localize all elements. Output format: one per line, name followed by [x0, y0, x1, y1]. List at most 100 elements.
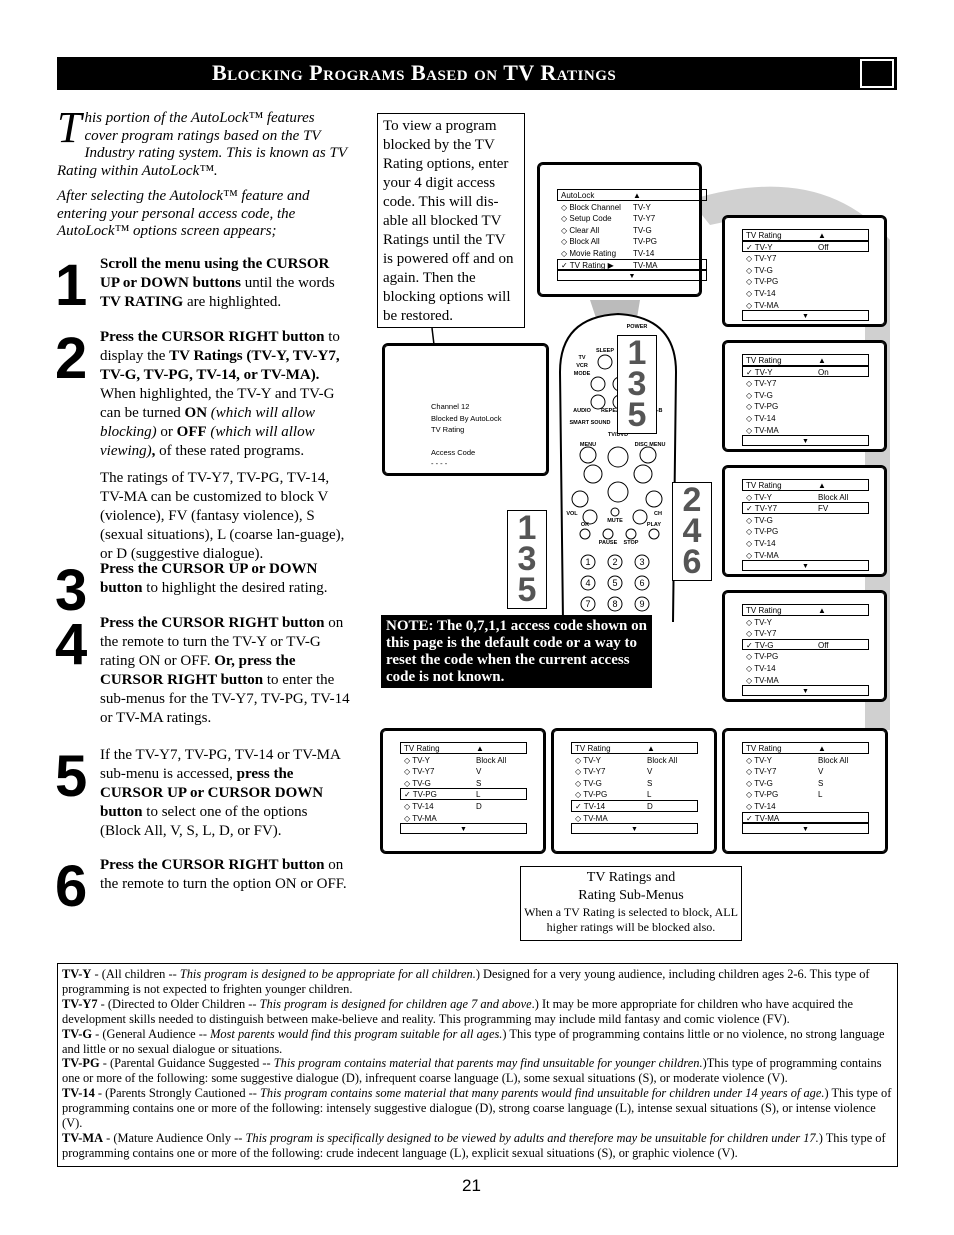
- ok-label: OK: [581, 522, 589, 528]
- menu-item[interactable]: ✓ TV-Y On: [742, 365, 869, 378]
- menu-item[interactable]: ◇ TV-14: [742, 800, 869, 812]
- caption-box: TV Ratings and Rating Sub-Menus When a T…: [520, 866, 742, 941]
- cursor-right-button[interactable]: [633, 464, 653, 484]
- scroll-down-indicator[interactable]: ▼: [742, 435, 869, 447]
- menu-item[interactable]: ✓ TV-PG L: [400, 788, 527, 800]
- menu-item[interactable]: ◇ TV-Y7 V: [571, 765, 698, 777]
- menu-item[interactable]: ◇ TV-PG: [742, 400, 869, 412]
- step-badge-135-bottom: 135: [507, 510, 547, 609]
- cursor-left-button[interactable]: [583, 464, 603, 484]
- drop-cap: T: [57, 103, 82, 152]
- cursor-up-button[interactable]: [607, 446, 629, 468]
- scroll-down-indicator[interactable]: ▼: [557, 270, 707, 282]
- menu-item[interactable]: ◇ TV-Y Block All: [571, 754, 698, 766]
- ch-up-button[interactable]: [645, 490, 663, 508]
- menu-header: TV Rating ▲: [742, 604, 869, 616]
- menu-item[interactable]: ◇ TV-14: [742, 287, 869, 299]
- menu-item[interactable]: ◇ TV-G: [742, 389, 869, 401]
- play-button[interactable]: [648, 528, 660, 540]
- menu-item[interactable]: ◇ TV-Y7: [742, 377, 869, 389]
- mode-label: MODE: [574, 371, 591, 377]
- menu-item[interactable]: ◇ TV-G S: [400, 777, 527, 789]
- menu-item[interactable]: ◇ TV-PG: [742, 525, 869, 537]
- audio-button[interactable]: [590, 394, 606, 410]
- ratings-definitions: TV-Y - (All children -- This program is …: [57, 963, 898, 1167]
- scroll-down-indicator[interactable]: ▼: [742, 823, 869, 835]
- menu-item[interactable]: ◇ Block All TV-PG: [557, 235, 707, 247]
- step-text: Press the CURSOR RIGHT button to display…: [100, 329, 345, 562]
- menu-item[interactable]: ◇ Block Channel TV-Y: [557, 201, 707, 213]
- menu-item[interactable]: ◇ TV-MA: [742, 424, 869, 436]
- scroll-down-indicator[interactable]: ▼: [742, 560, 869, 572]
- menu-item[interactable]: ◇ Clear All TV-G: [557, 224, 707, 236]
- sleep-button[interactable]: [597, 354, 613, 370]
- vol-up-button[interactable]: [571, 490, 589, 508]
- menu-header: AutoLock ▲: [557, 189, 707, 201]
- menu-item[interactable]: ◇ TV-Y Block All: [742, 754, 869, 766]
- menu-item[interactable]: ◇ TV-MA: [742, 549, 869, 561]
- pause-button[interactable]: [602, 528, 614, 540]
- ch-down-button[interactable]: [632, 509, 648, 525]
- mute-button[interactable]: [610, 507, 620, 517]
- intro-paragraph-2: After selecting the Autolock™ feature an…: [57, 188, 310, 239]
- menu-item[interactable]: ◇ TV-14: [742, 662, 869, 674]
- step-number: 4: [55, 612, 88, 677]
- menu-item[interactable]: ◇ TV-G: [742, 514, 869, 526]
- menu-item[interactable]: ◇ TV-14 D: [400, 800, 527, 812]
- menu-item[interactable]: ◇ TV-Y7 V: [400, 765, 527, 777]
- menu-item[interactable]: ✓ TV Rating ▶ TV-MA: [557, 258, 707, 271]
- menu-item[interactable]: ◇ Movie Rating TV-14: [557, 247, 707, 259]
- menu-item[interactable]: ◇ TV-G S: [742, 777, 869, 789]
- scroll-down-indicator[interactable]: ▼: [742, 310, 869, 322]
- menu-item[interactable]: ✓ TV-MA: [742, 811, 869, 824]
- note-box: NOTE: The 0,7,1,1 access code shown on t…: [381, 615, 652, 688]
- menu-item[interactable]: ◇ TV-Y7 V: [742, 765, 869, 777]
- scroll-down-indicator[interactable]: ▼: [571, 823, 698, 835]
- stop-button[interactable]: [625, 528, 637, 540]
- step-badge-246: 246: [672, 482, 712, 581]
- disc-menu-button[interactable]: [639, 446, 657, 464]
- menu-item[interactable]: ✓ TV-Y7 FV: [742, 502, 869, 514]
- menu-item[interactable]: ✓ TV-Y Off: [742, 240, 869, 253]
- ok-button[interactable]: [579, 528, 591, 540]
- menu-item[interactable]: ✓ TV-14 D: [571, 799, 698, 812]
- menu-item[interactable]: ◇ TV-PG: [742, 275, 869, 287]
- menu-item[interactable]: ◇ TV-14: [742, 537, 869, 549]
- menu-screen: TV Rating ▲ ◇ TV-Y Block All ◇ TV-Y7 V ◇ TV-G S…: [380, 728, 546, 854]
- disc-menu-label: DISC MENU: [635, 442, 666, 448]
- menu-item[interactable]: ◇ TV-PG: [742, 650, 869, 662]
- remote-digit-label: 7: [585, 599, 590, 609]
- scroll-down-indicator[interactable]: ▼: [400, 823, 527, 835]
- menu-item[interactable]: ◇ TV-Y Block All: [400, 754, 527, 766]
- mode-button[interactable]: [590, 376, 606, 392]
- menu-item[interactable]: ◇ TV-PG L: [571, 788, 698, 800]
- menu-item[interactable]: ◇ TV-MA: [742, 299, 869, 311]
- menu-item[interactable]: ✓ TV-G Off: [742, 638, 869, 651]
- menu-item[interactable]: ◇ TV-G S: [571, 777, 698, 789]
- menu-item[interactable]: ◇ TV-G: [742, 264, 869, 276]
- scroll-down-indicator[interactable]: ▼: [742, 685, 869, 697]
- section-header: Blocking Programs Based on TV Ratings: [57, 57, 897, 90]
- menu-item[interactable]: ◇ TV-Y7: [742, 252, 869, 264]
- page-number: 21: [462, 1176, 481, 1195]
- step-text: Press the CURSOR RIGHT button on the rem…: [100, 615, 350, 726]
- access-code-input[interactable]: - - - -: [431, 458, 501, 470]
- menu-header: TV Rating ▲: [742, 229, 869, 241]
- menu-item[interactable]: ◇ TV-MA: [400, 812, 527, 824]
- menu-item[interactable]: ◇ Setup Code TV-Y7: [557, 212, 707, 224]
- menu-item[interactable]: ◇ TV-Y: [742, 616, 869, 628]
- ch-label: CH: [654, 511, 662, 517]
- menu-item[interactable]: ◇ TV-Y7: [742, 627, 869, 639]
- menu-screen: TV Rating ▲ ◇ TV-Y Block All ◇ TV-Y7 V ◇ TV-G S…: [551, 728, 717, 854]
- menu-item[interactable]: ◇ TV-PG L: [742, 788, 869, 800]
- menu-screen: TV Rating ▲ ✓ TV-Y On ◇ TV-Y7 ◇ TV-G ◇ TV-PG ◇ …: [722, 340, 887, 452]
- menu-button[interactable]: [579, 446, 597, 464]
- audio-label: AUDIO: [573, 408, 591, 414]
- menu-item[interactable]: ◇ TV-Y Block All: [742, 491, 869, 503]
- sleep-label: SLEEP: [596, 348, 614, 354]
- menu-item[interactable]: ◇ TV-MA: [571, 812, 698, 824]
- cursor-down-button[interactable]: [607, 481, 629, 503]
- menu-label: MENU: [580, 442, 596, 448]
- menu-item[interactable]: ◇ TV-14: [742, 412, 869, 424]
- menu-item[interactable]: ◇ TV-MA: [742, 674, 869, 686]
